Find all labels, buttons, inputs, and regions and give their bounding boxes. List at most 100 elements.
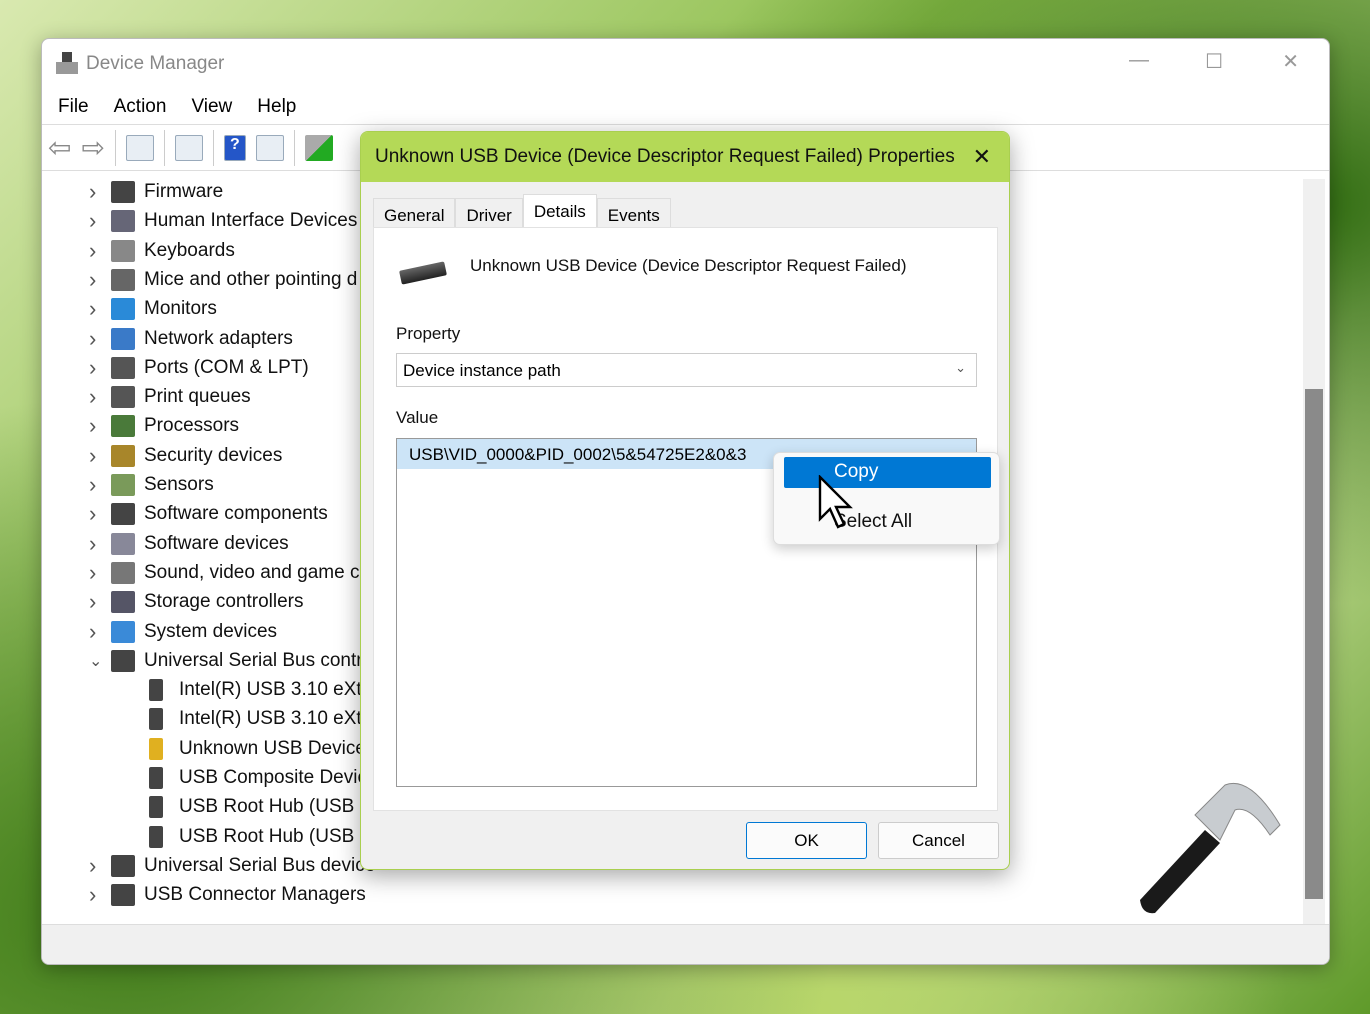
- chevron-right-icon[interactable]: ›: [89, 208, 96, 234]
- tree-item-label: Software components: [144, 503, 328, 525]
- tree-item[interactable]: › System devices: [89, 618, 278, 646]
- tree-item-label: Monitors: [144, 298, 217, 320]
- device-category-icon: [111, 386, 135, 409]
- chevron-right-icon[interactable]: ›: [89, 560, 96, 586]
- cancel-button[interactable]: Cancel: [878, 822, 999, 859]
- separator: [212, 129, 214, 166]
- tree-item[interactable]: › Ports (COM & LPT): [89, 354, 309, 382]
- chevron-right-icon[interactable]: ›: [89, 238, 96, 264]
- dialog-close-button[interactable]: ✕: [973, 144, 991, 170]
- tree-item-label: USB Connector Managers: [144, 884, 366, 906]
- device-category-icon: [111, 532, 135, 555]
- ok-button[interactable]: OK: [746, 822, 867, 859]
- device-name: Unknown USB Device (Device Descriptor Re…: [470, 256, 907, 275]
- tree-item[interactable]: › Keyboards: [89, 237, 235, 265]
- menu-action[interactable]: Action: [114, 96, 167, 118]
- context-menu-copy[interactable]: Copy: [784, 457, 991, 488]
- device-category-icon: [111, 268, 135, 291]
- tree-item-label: Human Interface Devices: [144, 210, 358, 232]
- tree-item[interactable]: › Firmware: [89, 178, 223, 206]
- tree-item[interactable]: › Sensors: [89, 471, 214, 499]
- tree-item[interactable]: › Universal Serial Bus device: [89, 852, 376, 880]
- title-bar: Device Manager — ☐ ✕: [42, 39, 1329, 89]
- device-category-icon: [111, 327, 135, 350]
- mouse-cursor-icon: [818, 475, 853, 529]
- scrollbar[interactable]: [1303, 179, 1325, 924]
- minimize-button[interactable]: —: [1129, 49, 1149, 72]
- tree-item-label: Universal Serial Bus contrc: [144, 649, 373, 671]
- property-value: Device instance path: [403, 361, 561, 380]
- tree-item[interactable]: › Storage controllers: [89, 588, 303, 616]
- tree-item[interactable]: › Software components: [89, 500, 328, 528]
- maximize-button[interactable]: ☐: [1205, 49, 1223, 74]
- tree-item[interactable]: › Print queues: [89, 383, 251, 411]
- tree-item[interactable]: Intel(R) USB 3.10 eXter: [147, 676, 379, 704]
- tree-item[interactable]: › Mice and other pointing d: [89, 266, 358, 294]
- chevron-right-icon[interactable]: ›: [89, 413, 96, 439]
- device-category-icon: [111, 239, 135, 262]
- chevron-down-icon[interactable]: ⌄: [89, 651, 102, 671]
- context-menu-select-all[interactable]: Select All: [784, 507, 991, 538]
- chevron-right-icon[interactable]: ›: [89, 326, 96, 352]
- chevron-right-icon[interactable]: ›: [89, 384, 96, 410]
- chevron-right-icon[interactable]: ›: [89, 179, 96, 205]
- chevron-right-icon[interactable]: ›: [89, 619, 96, 645]
- tree-item[interactable]: › Software devices: [89, 530, 289, 558]
- tree-item[interactable]: Intel(R) USB 3.10 eXter: [147, 705, 379, 733]
- tree-item[interactable]: USB Root Hub (USB 3.(: [147, 793, 382, 821]
- menu-view[interactable]: View: [191, 96, 232, 118]
- device-category-icon: [111, 415, 135, 438]
- chevron-right-icon[interactable]: ›: [89, 589, 96, 615]
- tree-item[interactable]: USB Root Hub (USB 3.(: [147, 823, 382, 851]
- scrollbar-thumb[interactable]: [1305, 389, 1323, 899]
- tree-item[interactable]: › Processors: [89, 412, 239, 440]
- window-title: Device Manager: [86, 53, 225, 74]
- chevron-right-icon[interactable]: ›: [89, 472, 96, 498]
- device-category-icon: [111, 474, 135, 496]
- tree-item[interactable]: Unknown USB Device (: [147, 735, 378, 763]
- menu-help[interactable]: Help: [257, 96, 296, 118]
- separator: [293, 129, 295, 166]
- device-category-icon: [149, 767, 163, 789]
- tree-item[interactable]: › Security devices: [89, 442, 282, 470]
- chevron-right-icon[interactable]: ›: [89, 296, 96, 322]
- tree-item[interactable]: USB Composite Device: [147, 764, 378, 792]
- tree-item[interactable]: ⌄ Universal Serial Bus contrc: [89, 647, 373, 675]
- device-category-icon: [149, 825, 163, 848]
- help-icon[interactable]: ?: [223, 134, 246, 161]
- chevron-right-icon[interactable]: ›: [89, 853, 96, 879]
- chevron-right-icon[interactable]: ›: [89, 443, 96, 469]
- context-menu: Copy Select All: [773, 452, 1000, 545]
- tree-item[interactable]: › Sound, video and game cc: [89, 559, 369, 587]
- chevron-right-icon[interactable]: ›: [89, 531, 96, 557]
- forward-icon[interactable]: ⇨: [81, 131, 104, 164]
- back-icon[interactable]: ⇦: [48, 131, 71, 164]
- tree-item[interactable]: › Network adapters: [89, 325, 293, 353]
- menu-bar: File Action View Help: [42, 89, 1329, 125]
- value-label: Value: [396, 408, 439, 427]
- chevron-right-icon[interactable]: ›: [89, 882, 96, 908]
- chevron-right-icon[interactable]: ›: [89, 267, 96, 293]
- tree-item-label: System devices: [144, 620, 278, 642]
- tree-item-label: Mice and other pointing d: [144, 268, 358, 290]
- tree-item[interactable]: › Human Interface Devices: [89, 207, 358, 235]
- device-category-icon: [111, 884, 135, 907]
- tree-item-label: Software devices: [144, 532, 289, 554]
- warning-icon: [149, 737, 163, 760]
- close-button[interactable]: ✕: [1282, 49, 1299, 74]
- tree-item-label: Network adapters: [144, 327, 293, 349]
- show-hide-console-tree-icon[interactable]: [125, 134, 154, 161]
- action-pane-icon[interactable]: [255, 134, 284, 161]
- tree-item[interactable]: › Monitors: [89, 295, 217, 323]
- device-category-icon: [111, 356, 135, 379]
- tree-item[interactable]: › USB Connector Managers: [89, 881, 366, 909]
- properties-icon[interactable]: [174, 134, 203, 161]
- menu-file[interactable]: File: [58, 96, 89, 118]
- chevron-right-icon[interactable]: ›: [89, 501, 96, 527]
- tree-item-label: Universal Serial Bus device: [144, 854, 376, 876]
- property-dropdown[interactable]: Device instance path ⌄: [396, 353, 977, 387]
- device-manager-icon: [56, 52, 78, 76]
- update-driver-icon[interactable]: [304, 134, 333, 161]
- device-category-icon: [111, 620, 135, 643]
- chevron-right-icon[interactable]: ›: [89, 355, 96, 381]
